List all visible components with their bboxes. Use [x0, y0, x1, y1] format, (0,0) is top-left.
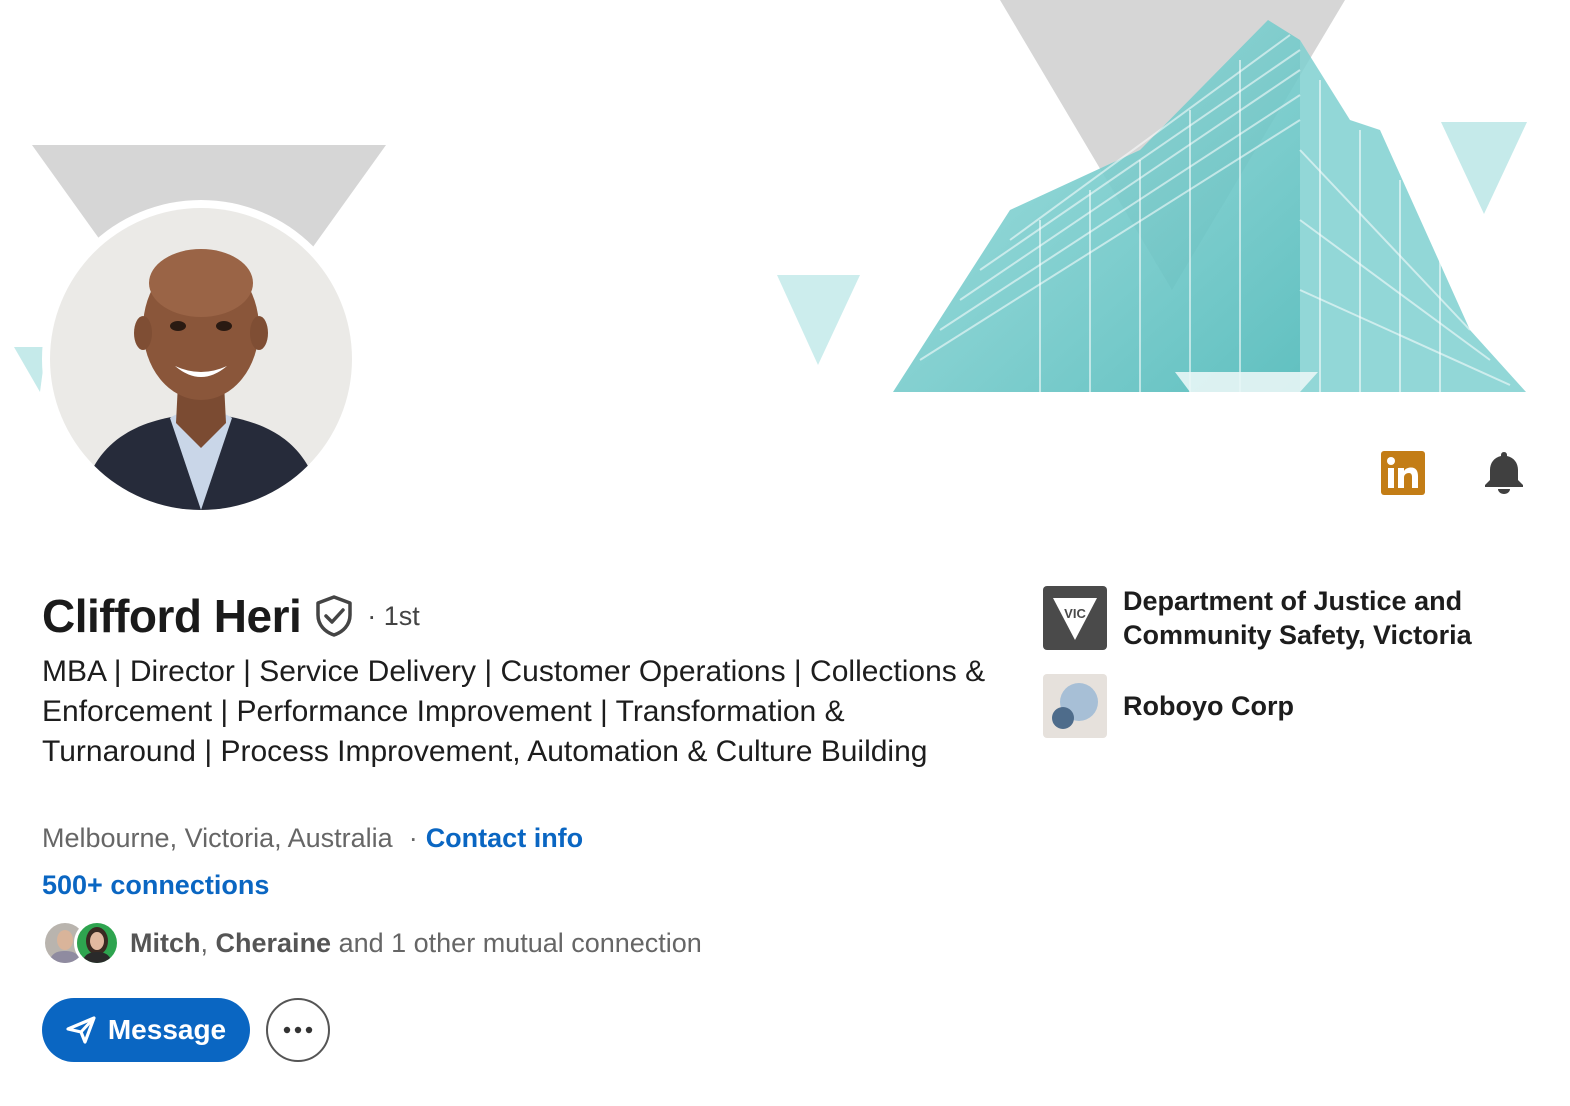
roboyo-logo-graphic — [1043, 674, 1107, 738]
profile-actions: Message — [42, 998, 330, 1062]
mutual-avatars — [42, 918, 124, 968]
linkedin-icon-graphic — [1381, 451, 1425, 495]
vic-gov-logo-graphic: VIC — [1043, 586, 1107, 650]
shield-icon — [316, 595, 353, 637]
location-row: Melbourne, Victoria, Australia · Contact… — [42, 820, 583, 856]
ellipsis-icon — [283, 1026, 313, 1034]
avatar — [74, 920, 120, 966]
vic-gov-logo: VIC — [1043, 586, 1107, 650]
contact-info-link[interactable]: Contact info — [426, 823, 583, 854]
profile-name: Clifford Heri — [42, 590, 302, 642]
bell-icon-graphic — [1485, 452, 1523, 494]
mutual-connections-text: Mitch, Cheraine and 1 other mutual conne… — [130, 928, 702, 959]
vic-logo-text: VIC — [1064, 606, 1086, 621]
verified-shield-icon[interactable] — [315, 594, 355, 638]
org-item-roboyo[interactable]: Roboyo Corp — [1043, 674, 1523, 738]
mutual-name: Cheraine — [215, 927, 332, 958]
connections-link[interactable]: 500+ connections — [42, 870, 269, 901]
location-separator: · — [408, 822, 418, 853]
mutual-avatar-cheraine — [77, 923, 117, 963]
message-button-label: Message — [107, 1014, 227, 1045]
mutual-connections[interactable]: Mitch, Cheraine and 1 other mutual conne… — [42, 918, 702, 968]
message-button[interactable]: Message — [42, 998, 250, 1062]
more-button[interactable] — [266, 998, 330, 1062]
bell-icon[interactable] — [1480, 448, 1528, 496]
name-row: Clifford Heri · 1st — [42, 588, 420, 644]
connection-degree: · 1st — [367, 600, 420, 631]
profile-photo[interactable] — [42, 200, 360, 518]
org-item-doj[interactable]: VIC Department of Justice and Community … — [1043, 584, 1523, 652]
roboyo-logo — [1043, 674, 1107, 738]
mutual-name: Mitch — [130, 927, 201, 958]
org-name: Roboyo Corp — [1123, 691, 1294, 721]
mutual-suffix: and 1 other mutual connection — [331, 927, 702, 958]
profile-photo-image — [50, 208, 352, 510]
profile-location: Melbourne, Victoria, Australia — [42, 822, 393, 853]
mutual-separator: , — [200, 927, 209, 958]
send-icon — [66, 1016, 96, 1044]
linkedin-icon[interactable] — [1380, 450, 1426, 496]
org-name: Department of Justice and Community Safe… — [1123, 586, 1472, 650]
profile-headline: MBA | Director | Service Delivery | Cust… — [42, 655, 986, 768]
